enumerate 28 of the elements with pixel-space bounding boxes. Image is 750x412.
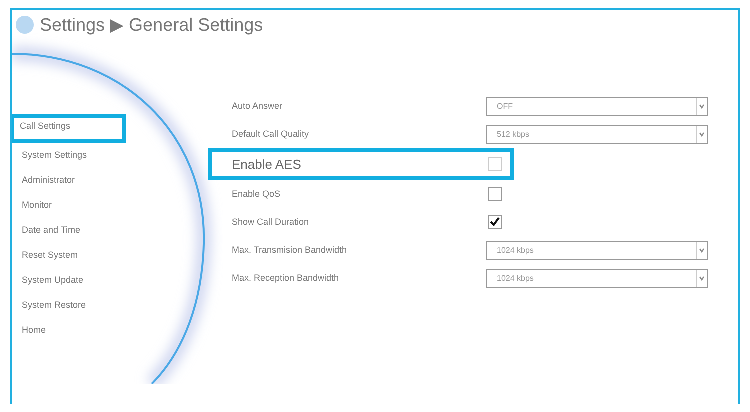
page-title: Settings ▶ General Settings	[40, 14, 264, 36]
sidebar-item[interactable]: Administrator	[12, 168, 128, 193]
dropdown[interactable]: 512 kbps	[486, 124, 708, 144]
sidebar-item[interactable]: Reset System	[12, 243, 128, 268]
setting-label: Enable QoS	[232, 189, 282, 199]
setting-label: Max. Transmision Bandwidth	[232, 245, 348, 255]
dropdown[interactable]: 1024 kbps	[486, 240, 708, 260]
setting-label: Show Call Duration	[232, 217, 310, 227]
sidebar-item[interactable]: System Update	[12, 268, 128, 293]
dropdown[interactable]: OFF	[486, 96, 708, 116]
sidebar-item[interactable]: Home	[12, 318, 128, 343]
checkbox[interactable]	[488, 215, 502, 229]
caret-icon	[696, 242, 707, 258]
setting-label: Max. Reception Bandwidth	[232, 273, 340, 283]
checkbox[interactable]	[488, 187, 502, 201]
dropdown[interactable]: 1024 kbps	[486, 268, 708, 288]
sidebar-item[interactable]: Call Settings	[12, 114, 126, 143]
checkbox[interactable]	[488, 157, 502, 171]
setting-label: Auto Answer	[232, 101, 284, 111]
setting-label: Default Call Quality	[232, 129, 310, 139]
sidebar-item[interactable]: System Restore	[12, 293, 128, 318]
sidebar-item[interactable]: System Settings	[12, 143, 128, 168]
setting-label: Enable AES	[232, 156, 302, 172]
caret-icon	[696, 126, 707, 142]
caret-icon	[696, 270, 707, 286]
caret-icon	[696, 98, 707, 114]
sidebar-item[interactable]: Date and Time	[12, 218, 128, 243]
sidebar-item[interactable]: Monitor	[12, 193, 128, 218]
